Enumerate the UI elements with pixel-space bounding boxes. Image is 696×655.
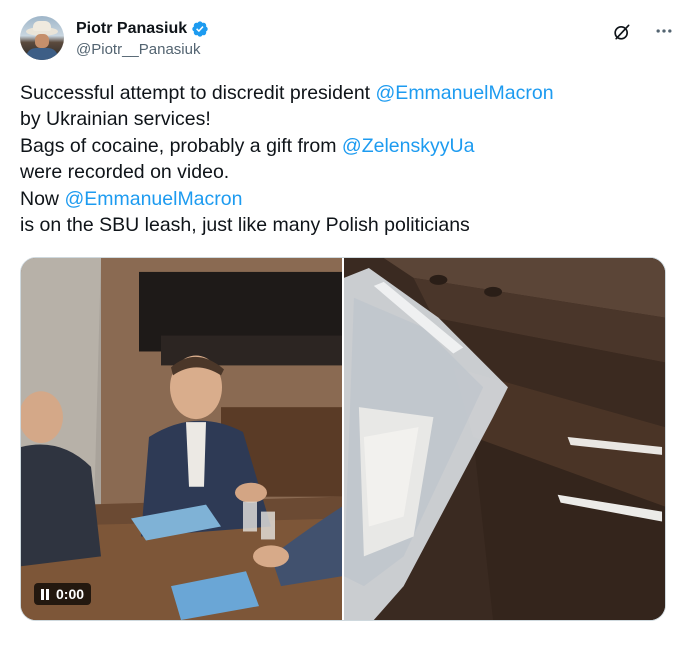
grok-icon[interactable] (612, 22, 632, 42)
tweet-line: Bags of cocaine, probably a gift from @Z… (20, 134, 475, 157)
video-time: 0:00 (56, 586, 85, 602)
mention-link[interactable]: @EmmanuelMacron (64, 188, 242, 210)
tweet-line: by Ukrainian services! (20, 108, 211, 131)
author-handle[interactable]: @Piotr__Panasiuk (76, 41, 200, 59)
mention-link[interactable]: @ZelenskyyUa (342, 135, 475, 157)
tweet-line: is on the SBU leash, just like many Poli… (20, 214, 470, 237)
author-name-row: Piotr Panasiuk (76, 19, 209, 38)
tweet-text: Successful attempt to discredit presiden… (20, 80, 670, 238)
tweet-header: Piotr Panasiuk @Piotr__Panasiuk (20, 16, 676, 64)
photo[interactable] (344, 258, 665, 620)
more-icon[interactable] (652, 19, 676, 43)
avatar[interactable] (20, 16, 64, 60)
tweet-line: were recorded on video. (20, 161, 230, 184)
author-name[interactable]: Piotr Panasiuk (76, 19, 187, 38)
photo-image (344, 258, 665, 620)
tweet-line: Now @EmmanuelMacron (20, 187, 243, 210)
verified-badge-icon (192, 20, 208, 37)
mention-link[interactable]: @EmmanuelMacron (376, 82, 554, 104)
video-thumbnail (21, 258, 342, 620)
video-timer[interactable]: 0:00 (34, 583, 92, 605)
tweet[interactable]: Piotr Panasiuk @Piotr__Panasiuk Successf… (0, 0, 696, 655)
tweet-line: Successful attempt to discredit presiden… (20, 82, 554, 104)
pause-icon[interactable] (41, 588, 49, 600)
media-container: 0:00 (20, 257, 666, 621)
video-player[interactable]: 0:00 (21, 258, 342, 620)
